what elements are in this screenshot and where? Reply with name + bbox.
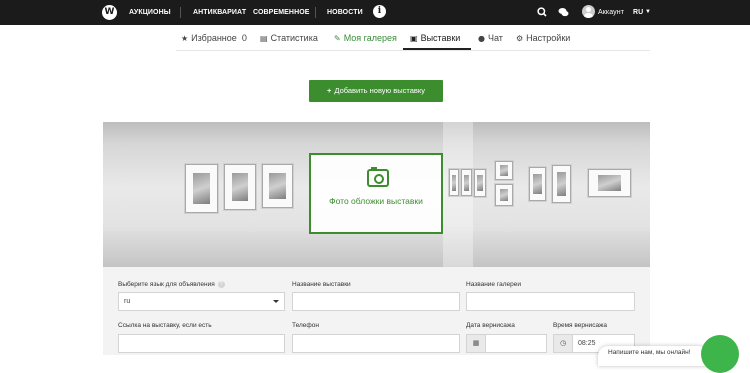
opening-date-label: Дата вернисажа bbox=[466, 322, 515, 329]
info-icon[interactable]: i bbox=[373, 5, 386, 18]
language-switcher[interactable]: RU bbox=[633, 0, 643, 25]
chat-bubbles-icon[interactable] bbox=[558, 0, 569, 25]
opening-date-input[interactable] bbox=[485, 334, 547, 353]
artwork-frame bbox=[474, 169, 486, 197]
camera-icon bbox=[367, 167, 389, 187]
site-logo-icon[interactable]: W bbox=[102, 5, 117, 20]
plus-icon: + bbox=[327, 86, 332, 95]
nav-link-contemporary[interactable]: СОВРЕМЕННОЕ bbox=[253, 0, 310, 25]
help-icon[interactable]: ? bbox=[217, 281, 225, 288]
tab-statistics[interactable]: ▤ Статистика bbox=[260, 25, 318, 51]
gallery-name-input[interactable] bbox=[466, 292, 635, 311]
artwork-frame bbox=[224, 164, 256, 210]
opening-time-label: Время вернисажа bbox=[553, 322, 608, 329]
artwork-frame bbox=[495, 184, 513, 206]
artwork-frame bbox=[262, 164, 293, 208]
comment-icon: ● bbox=[478, 34, 485, 43]
tab-favorites[interactable]: ★ Избранное 0 bbox=[181, 25, 247, 51]
nav-divider bbox=[315, 7, 316, 18]
cover-photo-upload[interactable]: Фото обложки выставки bbox=[309, 153, 443, 234]
phone-input[interactable] bbox=[292, 334, 460, 353]
nav-link-news[interactable]: НОВОСТИ bbox=[327, 0, 363, 25]
tab-my-gallery[interactable]: ✎ Моя галерея bbox=[334, 25, 397, 51]
tab-settings[interactable]: ⚙ Настройки bbox=[516, 25, 570, 51]
favorites-count: 0 bbox=[241, 33, 247, 43]
tab-chat[interactable]: ● Чат bbox=[478, 25, 503, 51]
gallery-name-label: Название галереи bbox=[466, 281, 521, 288]
artwork-frame bbox=[495, 161, 513, 180]
active-tab-indicator bbox=[403, 48, 471, 50]
artwork-frame bbox=[529, 167, 546, 201]
exhibition-name-label: Название выставки bbox=[292, 281, 351, 288]
artwork-frame bbox=[449, 169, 459, 196]
search-icon[interactable] bbox=[537, 0, 547, 25]
avatar[interactable] bbox=[582, 5, 595, 18]
cover-photo-label: Фото обложки выставки bbox=[329, 196, 423, 206]
artwork-frame bbox=[552, 165, 571, 203]
gallery-floor bbox=[103, 231, 650, 267]
star-icon: ★ bbox=[181, 34, 189, 43]
artwork-frame bbox=[461, 169, 472, 196]
artwork-frame bbox=[185, 164, 218, 213]
chat-launcher-icon[interactable] bbox=[701, 335, 739, 373]
chevron-down-icon bbox=[273, 300, 279, 303]
top-navbar: W АУКЦИОНЫ АНТИКВАРИАТ СОВРЕМЕННОЕ НОВОС… bbox=[0, 0, 750, 25]
gallery-ceiling bbox=[103, 122, 650, 144]
add-exhibition-button[interactable]: + Добавить новую выставку bbox=[309, 80, 443, 102]
language-select[interactable]: ru bbox=[118, 292, 285, 311]
exhibition-name-input[interactable] bbox=[292, 292, 460, 311]
exhibition-link-input[interactable] bbox=[118, 334, 285, 353]
artwork-frame bbox=[588, 169, 631, 197]
language-label: Выберите язык для объявления? bbox=[118, 281, 225, 288]
clock-icon[interactable]: ◷ bbox=[553, 334, 573, 353]
pencil-icon: ✎ bbox=[334, 34, 341, 43]
nav-link-antiques[interactable]: АНТИКВАРИАТ bbox=[193, 0, 246, 25]
exhibition-link-label: Ссылка на выставку, если есть bbox=[118, 322, 212, 329]
nav-link-auctions[interactable]: АУКЦИОНЫ bbox=[129, 0, 171, 25]
phone-label: Телефон bbox=[292, 322, 319, 329]
account-link[interactable]: Аккаунт bbox=[598, 0, 624, 25]
gear-icon: ⚙ bbox=[516, 34, 524, 43]
nav-divider bbox=[180, 7, 181, 18]
bar-chart-icon: ▤ bbox=[260, 34, 268, 43]
calendar-icon[interactable]: ▦ bbox=[466, 334, 486, 353]
chevron-down-icon[interactable]: ▼ bbox=[645, 0, 651, 25]
chat-widget[interactable]: Напишите нам, мы онлайн! bbox=[598, 346, 708, 366]
